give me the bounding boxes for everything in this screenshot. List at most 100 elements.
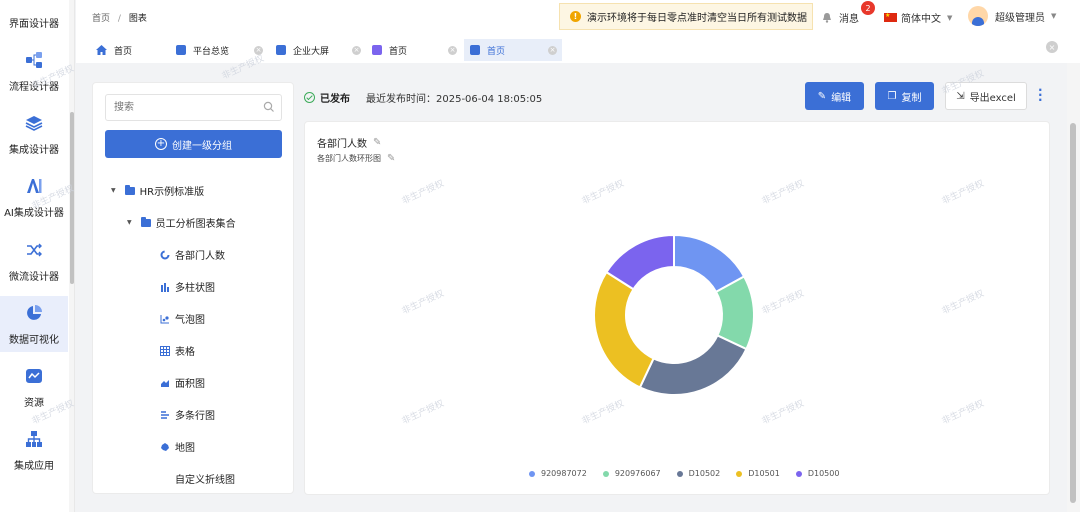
tab-label: 企业大屏 — [293, 46, 330, 57]
nav-scrollbar[interactable] — [69, 0, 74, 512]
tree-node-root[interactable]: ▼ HR示例标准版 — [111, 183, 204, 198]
copy-button[interactable]: ❐ 复制 — [875, 82, 934, 110]
layout-icon — [24, 0, 44, 7]
tab-label: 平台总览 — [193, 46, 230, 57]
nav-item-ui-designer[interactable]: 界面设计器 — [0, 0, 68, 36]
create-group-button[interactable]: + 创建一级分组 — [105, 130, 282, 158]
tree-item-multi-bar[interactable]: 多柱状图 — [159, 279, 215, 294]
messages-label: 消息 — [839, 14, 859, 25]
tree-item-label: 气泡图 — [175, 315, 205, 326]
tab-home[interactable]: 首页 — [90, 39, 170, 61]
legend-item[interactable]: 920987072 — [529, 469, 587, 478]
nav-item-label: 集成设计器 — [9, 145, 59, 156]
tree-item-map[interactable]: 地图 — [159, 439, 195, 454]
flow-icon — [24, 50, 44, 70]
legend-item[interactable]: D10502 — [676, 469, 721, 478]
breadcrumb-home[interactable]: 首页 — [92, 14, 110, 24]
close-tab-icon[interactable]: × — [254, 45, 263, 55]
search-input[interactable] — [105, 94, 282, 121]
chart-panel: 各部门人数 ✎ 各部门人数环形图 ✎ 920987072 920976067 D… — [304, 121, 1050, 495]
tree-node-label: HR示例标准版 — [139, 187, 205, 198]
tree-item-multi-row[interactable]: 多条行图 — [159, 407, 215, 422]
nav-item-resources[interactable]: 资源 — [0, 359, 68, 415]
donut-slice[interactable] — [673, 233, 746, 294]
chevron-down-icon: ▼ — [947, 13, 953, 22]
publish-status: 已发布 — [304, 90, 350, 105]
bar-chart-icon — [159, 281, 171, 293]
legend-item[interactable]: D10501 — [736, 469, 780, 478]
donut-slice[interactable] — [638, 334, 748, 396]
breadcrumb-separator: / — [117, 14, 121, 24]
tree-item-label: 面积图 — [175, 379, 205, 390]
nav-item-label: 微流设计器 — [9, 272, 59, 283]
donut-slice[interactable] — [605, 233, 675, 291]
tab-enterprise-screen[interactable]: 企业大屏 × — [270, 39, 368, 61]
search-icon — [263, 101, 274, 112]
legend-label: D10501 — [748, 469, 780, 478]
donut-slice[interactable] — [714, 275, 755, 351]
legend-item[interactable]: 920976067 — [602, 469, 661, 478]
close-tab-icon[interactable]: × — [448, 45, 457, 55]
demo-notice-banner: ! 演示环境将于每日零点准时清空当日所有测试数据 — [559, 3, 813, 30]
shuffle-icon — [24, 240, 44, 260]
tree-node-label: 员工分析图表集合 — [155, 219, 236, 230]
avatar — [968, 6, 988, 26]
messages-count-badge: 2 — [861, 1, 875, 15]
grid-icon — [276, 45, 286, 55]
nav-scrollbar-thumb[interactable] — [70, 112, 74, 284]
warning-icon: ! — [570, 11, 581, 22]
legend-item[interactable]: D10500 — [795, 469, 840, 478]
nav-item-integration-apps[interactable]: 集成应用 — [0, 422, 68, 478]
export-excel-button[interactable]: ⇲ 导出excel — [945, 82, 1027, 110]
resource-icon — [24, 366, 44, 386]
tree-item-table[interactable]: 表格 — [159, 343, 195, 358]
folder-icon — [140, 216, 151, 227]
chart-title-row: 各部门人数 ✎ — [317, 135, 381, 150]
edit-button[interactable]: ✎ 编辑 — [805, 82, 864, 110]
legend-label: D10502 — [688, 469, 721, 478]
edit-subtitle-icon[interactable]: ✎ — [387, 153, 395, 164]
tree-item-dept-headcount[interactable]: 各部门人数 — [159, 247, 225, 262]
more-vertical-icon[interactable]: · · · — [1038, 84, 1043, 106]
nav-item-data-visualization[interactable]: 数据可视化 — [0, 296, 68, 352]
legend-label: 920987072 — [541, 469, 587, 478]
close-tab-icon[interactable]: × — [548, 45, 557, 55]
donut-icon — [159, 249, 171, 261]
nav-item-label: 资源 — [24, 398, 44, 409]
legend-label: D10500 — [807, 469, 840, 478]
last-publish-time: 最近发布时间：2025-06-04 18:05:05 — [366, 94, 543, 105]
content-area: + 创建一级分组 ▼ HR示例标准版 ▼ 员工分析图表集合 各部门人数 多柱状图… — [92, 70, 1052, 500]
language-select[interactable]: 简体中文 ▼ — [884, 10, 952, 25]
close-tab-icon[interactable]: × — [352, 45, 361, 55]
messages-button[interactable]: 消息 — [822, 10, 859, 25]
tab-platform-overview[interactable]: 平台总览 × — [170, 39, 270, 61]
close-all-tabs-icon[interactable]: × — [1046, 41, 1058, 53]
tree-item-label: 多柱状图 — [175, 283, 215, 294]
folder-icon — [124, 184, 135, 195]
chart-title: 各部门人数 — [317, 139, 367, 150]
tree-node-group[interactable]: ▼ 员工分析图表集合 — [127, 215, 236, 230]
nav-item-ai-designer[interactable]: AI集成设计器 — [0, 169, 68, 225]
app-icon — [372, 45, 382, 55]
user-menu[interactable]: 超级管理员 ▼ — [968, 6, 1056, 26]
tree-item-custom-line[interactable]: 自定义折线图 — [175, 471, 235, 486]
page-scrollbar-thumb[interactable] — [1070, 123, 1076, 503]
tree-item-bubble[interactable]: 气泡图 — [159, 311, 205, 326]
china-flag-icon — [884, 12, 897, 22]
page-tabs: 首页 平台总览 × 企业大屏 × 首页 × 首页 × × — [76, 35, 1080, 63]
donut-slice[interactable] — [593, 270, 655, 389]
tree-item-area[interactable]: 面积图 — [159, 375, 205, 390]
nav-item-integration-designer[interactable]: 集成设计器 — [0, 106, 68, 162]
edit-title-icon[interactable]: ✎ — [373, 137, 381, 148]
map-icon — [159, 441, 171, 453]
tab-label: 首页 — [114, 46, 133, 57]
nav-item-label: 流程设计器 — [9, 82, 59, 93]
nav-item-flow-designer[interactable]: 流程设计器 — [0, 43, 68, 99]
tab-home-3[interactable]: 首页 × — [464, 39, 562, 61]
home-icon — [96, 45, 107, 55]
copy-label: 复制 — [901, 92, 922, 104]
page-scrollbar[interactable] — [1067, 63, 1080, 512]
nav-item-microflow-designer[interactable]: 微流设计器 — [0, 233, 68, 289]
chart-tree-sidebar: + 创建一级分组 ▼ HR示例标准版 ▼ 员工分析图表集合 各部门人数 多柱状图… — [92, 82, 294, 494]
tab-home-2[interactable]: 首页 × — [366, 39, 464, 61]
